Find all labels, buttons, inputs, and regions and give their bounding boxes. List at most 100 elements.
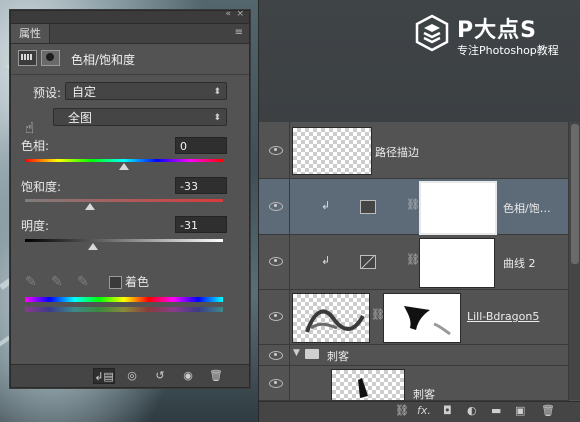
layer-thumbnail <box>292 293 370 343</box>
lightness-input[interactable]: -31 <box>175 216 227 233</box>
disclosure-triangle-icon[interactable]: ▼ <box>293 348 300 358</box>
input-spectrum-bar <box>25 297 223 302</box>
layer-mask-thumbnail[interactable] <box>419 238 495 288</box>
range-value: 全图 <box>68 111 93 125</box>
panel-menu-icon[interactable]: ≡ <box>235 27 243 38</box>
layer-row[interactable]: 刺客 <box>259 366 569 401</box>
link-icon[interactable]: ⛓ <box>406 198 420 211</box>
fx-icon[interactable]: fx. <box>417 404 431 417</box>
logo-title: P大点S <box>457 18 537 43</box>
layer-row[interactable]: ↲ ⛓ 曲线 2 <box>259 235 569 290</box>
properties-footer: ↲▤ ◎ ↺ ◉ 🗑 <box>11 364 249 387</box>
layer-name[interactable]: 路径描边 <box>375 144 419 160</box>
new-layer-icon[interactable]: ▣ <box>515 404 525 417</box>
updown-arrow-icon: ⬍ <box>213 87 221 97</box>
layer-mask-thumbnail[interactable] <box>383 293 461 343</box>
eye-icon[interactable] <box>269 378 283 388</box>
eyedropper-plus-icon[interactable]: ✎ <box>51 274 63 290</box>
layer-row[interactable]: 路径描边 <box>259 122 569 179</box>
group-name[interactable]: 刺客 <box>327 348 349 364</box>
layers-panel: 路径描边 ↲ ⛓ 色相/饱… ↲ ⛓ 曲线 2 ⛓ Lill-Bdragon5 … <box>258 0 580 422</box>
divider <box>289 235 290 289</box>
hue-slider-track[interactable] <box>25 159 223 162</box>
eye-icon[interactable] <box>269 350 283 360</box>
mask-thumbnail-art <box>404 306 451 336</box>
dragon-thumbnail-art <box>305 309 365 333</box>
figure-thumbnail-art <box>358 378 368 398</box>
layer-name[interactable]: 曲线 2 <box>503 255 536 271</box>
eye-icon[interactable] <box>269 201 283 211</box>
hue-input[interactable]: 0 <box>175 137 227 154</box>
adjustment-title: 色相/饱和度 <box>71 53 136 67</box>
folder-icon[interactable]: ▬ <box>491 404 501 417</box>
clip-to-layer-icon[interactable]: ↲▤ <box>93 368 115 384</box>
trash-icon[interactable]: 🗑 <box>205 368 227 384</box>
colorize-checkbox[interactable] <box>109 276 122 289</box>
eye-icon[interactable] <box>269 256 283 266</box>
site-logo: P大点S 专注Photoshop教程 <box>415 12 575 62</box>
logo-subtitle: 专注Photoshop教程 <box>457 44 559 57</box>
curves-icon <box>360 255 376 269</box>
view-previous-icon[interactable]: ◎ <box>121 368 143 384</box>
divider <box>289 366 290 400</box>
layer-mask-thumbnail[interactable] <box>419 181 497 235</box>
range-select[interactable]: 全图 ⬍ <box>53 108 227 126</box>
lightness-slider-thumb[interactable] <box>88 243 99 250</box>
preset-label: 预设: <box>33 86 62 100</box>
mask-icon[interactable] <box>41 50 60 66</box>
tab-properties[interactable]: 属性 <box>11 24 50 43</box>
logo-hexagon-icon <box>415 14 449 52</box>
collapse-icon[interactable]: « <box>225 9 231 19</box>
preset-value: 自定 <box>72 85 97 99</box>
divider <box>289 122 290 178</box>
colorize-label: 着色 <box>125 275 150 289</box>
layers-scrollbar[interactable] <box>568 122 580 400</box>
link-icon[interactable]: ⛓ <box>395 404 409 417</box>
clip-arrow-icon: ↲ <box>321 254 331 267</box>
saturation-slider-track[interactable] <box>25 199 223 202</box>
saturation-input[interactable]: -33 <box>175 177 227 194</box>
adjustment-icon[interactable]: ◐ <box>467 404 477 417</box>
hue-saturation-icon <box>360 200 376 214</box>
reset-icon[interactable]: ↺ <box>149 368 171 384</box>
lightness-label: 明度: <box>21 219 50 233</box>
hue-slider-thumb[interactable] <box>119 163 129 170</box>
layer-row[interactable]: ↲ ⛓ 色相/饱… <box>259 179 569 235</box>
trash-icon[interactable]: 🗑 <box>541 404 555 417</box>
panel-tabbar: 属性 ≡ <box>11 24 249 44</box>
layer-row[interactable]: ▼ 刺客 <box>259 345 569 366</box>
visibility-icon[interactable]: ◉ <box>177 368 199 384</box>
scrollbar-thumb[interactable] <box>571 124 579 264</box>
divider <box>289 345 290 365</box>
close-icon[interactable]: × <box>236 9 244 19</box>
layer-row[interactable]: ⛓ Lill-Bdragon5 <box>259 290 569 345</box>
layer-thumbnail <box>292 127 372 175</box>
link-icon[interactable]: ⛓ <box>406 253 420 266</box>
folder-icon <box>305 349 319 359</box>
saturation-slider-thumb[interactable] <box>85 203 96 210</box>
eyedropper-icon[interactable]: ✎ <box>25 274 37 290</box>
layer-name[interactable]: 色相/饱… <box>503 200 551 216</box>
updown-arrow-icon: ⬍ <box>213 113 221 123</box>
layer-name[interactable]: Lill-Bdragon5 <box>467 310 539 323</box>
eyedropper-minus-icon[interactable]: ✎ <box>77 274 89 290</box>
eye-icon[interactable] <box>269 311 283 321</box>
eye-icon[interactable] <box>269 145 283 155</box>
divider <box>289 179 290 234</box>
layer-thumbnail <box>331 369 405 400</box>
properties-header: 色相/饱和度 <box>11 44 249 75</box>
panel-titlebar[interactable]: « × <box>11 9 249 24</box>
lightness-slider-track[interactable] <box>25 239 223 242</box>
properties-panel: « × 属性 ≡ 色相/饱和度 预设: 自定 ⬍ ☝ 全图 ⬍ 色相: 0 饱和… <box>10 9 250 388</box>
add-mask-icon[interactable]: ◘ <box>443 404 452 417</box>
saturation-label: 饱和度: <box>21 180 62 194</box>
layer-name[interactable]: 刺客 <box>413 386 435 400</box>
adjustment-layer-icon[interactable] <box>18 50 37 66</box>
clip-arrow-icon: ↲ <box>321 199 331 212</box>
hue-label: 色相: <box>21 139 50 153</box>
divider <box>289 290 290 344</box>
layers-footer: ⛓ fx. ◘ ◐ ▬ ▣ 🗑 <box>259 401 580 422</box>
target-adjust-hand-icon[interactable]: ☝ <box>25 119 34 137</box>
preset-select[interactable]: 自定 ⬍ <box>65 82 227 100</box>
output-spectrum-bar <box>25 307 223 312</box>
